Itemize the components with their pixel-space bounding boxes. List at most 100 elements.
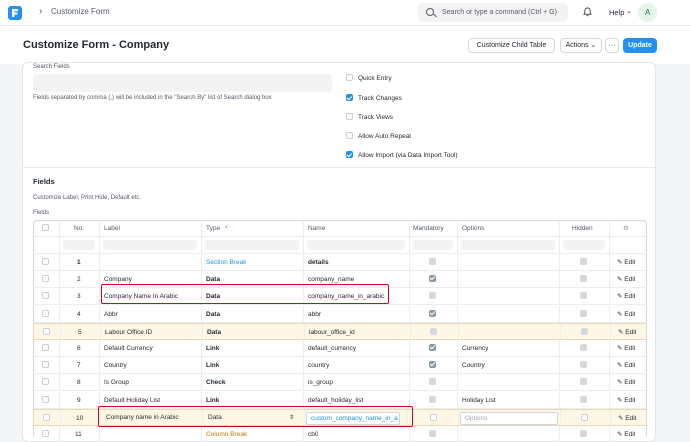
row-number: 6 [77, 345, 81, 352]
avatar[interactable]: A [638, 3, 657, 22]
checkbox[interactable] [42, 258, 49, 265]
table-row[interactable]: 6 Default Currency Link default_currency Cur… [33, 340, 647, 357]
checkbox-readonly [580, 361, 587, 369]
actions-button[interactable]: Actions ⌄ [560, 38, 602, 53]
row-select-checkbox[interactable] [43, 410, 55, 427]
row-select-checkbox[interactable] [42, 254, 54, 271]
column-filter-name[interactable] [307, 240, 405, 250]
update-button[interactable]: Update [623, 38, 657, 53]
edit-row-button[interactable]: ✎ Edit [617, 340, 635, 357]
search-input[interactable]: Search or type a command (Ctrl + G) [442, 9, 557, 16]
row-select-checkbox[interactable] [42, 426, 54, 441]
allow-auto-repeat-check[interactable]: Allow Auto Repeat [346, 132, 411, 140]
row-select-checkbox[interactable] [42, 340, 54, 357]
breadcrumb[interactable]: Customize Form [51, 7, 110, 16]
column-header-label[interactable]: Label [104, 220, 120, 237]
search-fields-input[interactable] [33, 74, 332, 92]
edit-label: Edit [624, 293, 636, 301]
search-bar[interactable]: Search or type a command (Ctrl + G) [418, 3, 568, 22]
column-divider [202, 323, 203, 341]
checkbox[interactable] [42, 361, 49, 369]
row-select-checkbox[interactable] [42, 374, 54, 391]
column-header-name[interactable]: Name [308, 220, 325, 237]
checkbox[interactable] [581, 413, 588, 421]
allow-import-check[interactable]: Allow Import (via Data Import Tool) [346, 151, 458, 159]
checkbox[interactable] [43, 413, 50, 421]
field-label: Abbr [104, 310, 118, 318]
checkbox[interactable] [42, 275, 49, 283]
grid-header-row: No. Label Type Name Mandatory Options Hidden * ⚙ [33, 220, 647, 237]
edit-row-button[interactable]: ✎ Edit [617, 426, 635, 441]
row-select-checkbox[interactable] [43, 324, 55, 341]
column-divider [59, 357, 60, 375]
column-filter-hidden[interactable] [563, 240, 605, 250]
checkbox-readonly [429, 430, 436, 437]
column-divider [609, 391, 610, 409]
column-filter-label[interactable] [103, 240, 197, 250]
customize-child-table-button[interactable]: Customize Child Table [468, 38, 555, 53]
checkbox[interactable] [43, 327, 50, 335]
edit-row-button[interactable]: ✎ Edit [617, 254, 635, 271]
hidden-checkbox[interactable] [581, 410, 593, 427]
checkbox[interactable] [346, 74, 353, 81]
bell-icon[interactable] [583, 7, 592, 17]
edit-row-button[interactable]: ✎ Edit [617, 392, 635, 409]
options-input[interactable]: Options [460, 411, 558, 425]
column-filter-no[interactable] [63, 240, 95, 250]
column-divider [409, 426, 410, 441]
edit-row-button[interactable]: ✎ Edit [617, 374, 635, 391]
track-changes-check[interactable]: Track Changes [346, 94, 402, 102]
row-select-checkbox[interactable] [42, 357, 54, 374]
column-header-type[interactable]: Type [206, 220, 220, 237]
table-row[interactable]: 11 Column Break cb0 ✎ Edit [33, 426, 647, 441]
checkbox[interactable] [42, 344, 49, 351]
table-row[interactable]: 4 Abbr Data abbr ✎ Edit [33, 305, 647, 323]
table-row[interactable]: 5 Labour Office ID Data labour_office_id ✎ E… [33, 322, 647, 341]
row-select-checkbox[interactable] [42, 392, 54, 409]
checkbox[interactable] [42, 395, 49, 403]
edit-row-button[interactable]: ✎ Edit [617, 306, 635, 323]
edit-row-button[interactable]: ✎ Edit [617, 288, 635, 305]
quick-entry-check[interactable]: Quick Entry [346, 74, 392, 82]
table-row[interactable]: 8 Is Group Check is_group ✎ Edit [33, 374, 647, 392]
track-views-check[interactable]: Track Views [346, 113, 393, 121]
edit-row-button[interactable]: ✎ Edit [617, 357, 635, 374]
settings-gear-icon[interactable]: ⚙ [623, 220, 629, 237]
more-button[interactable]: ··· [605, 38, 619, 53]
checkbox[interactable] [346, 132, 353, 139]
select-all-checkbox[interactable] [42, 220, 54, 237]
row-select-checkbox[interactable] [42, 271, 54, 288]
checkbox[interactable] [42, 224, 49, 231]
checkbox[interactable] [42, 378, 49, 386]
checkbox[interactable] [42, 309, 49, 317]
column-filter-type[interactable] [205, 240, 299, 250]
help-menu[interactable]: Help [609, 8, 624, 17]
checkbox[interactable] [346, 113, 353, 120]
row-number: 1 [77, 259, 81, 266]
checkbox[interactable] [430, 413, 437, 421]
column-divider [457, 237, 458, 254]
row-select-checkbox[interactable] [42, 306, 54, 323]
checkbox[interactable] [42, 292, 49, 300]
edit-row-button[interactable]: ✎ Edit [618, 410, 636, 427]
column-header-mandatory[interactable]: Mandatory [413, 220, 444, 237]
column-divider [59, 288, 60, 306]
edit-row-button[interactable]: ✎ Edit [618, 324, 636, 341]
edit-row-button[interactable]: ✎ Edit [617, 271, 635, 288]
checkbox[interactable] [42, 430, 49, 437]
column-filter-options[interactable] [461, 240, 555, 250]
row-select-checkbox[interactable] [42, 288, 54, 305]
checkbox[interactable] [346, 151, 353, 158]
column-divider [59, 305, 60, 323]
column-header-options[interactable]: Options [462, 220, 484, 237]
mandatory-checkbox[interactable] [430, 410, 442, 427]
table-row[interactable]: 7 Country Link country Country ✎ Edit [33, 357, 647, 375]
column-divider [59, 340, 60, 357]
table-row[interactable]: 1 Section Break details ✎ Edit [33, 254, 647, 271]
column-header-no[interactable]: No. [74, 220, 84, 237]
checkbox[interactable] [346, 94, 353, 101]
app-logo[interactable] [8, 6, 22, 20]
column-filter-mandatory[interactable] [413, 240, 453, 250]
column-header-hidden[interactable]: Hidden [572, 220, 593, 237]
column-divider [409, 305, 410, 323]
